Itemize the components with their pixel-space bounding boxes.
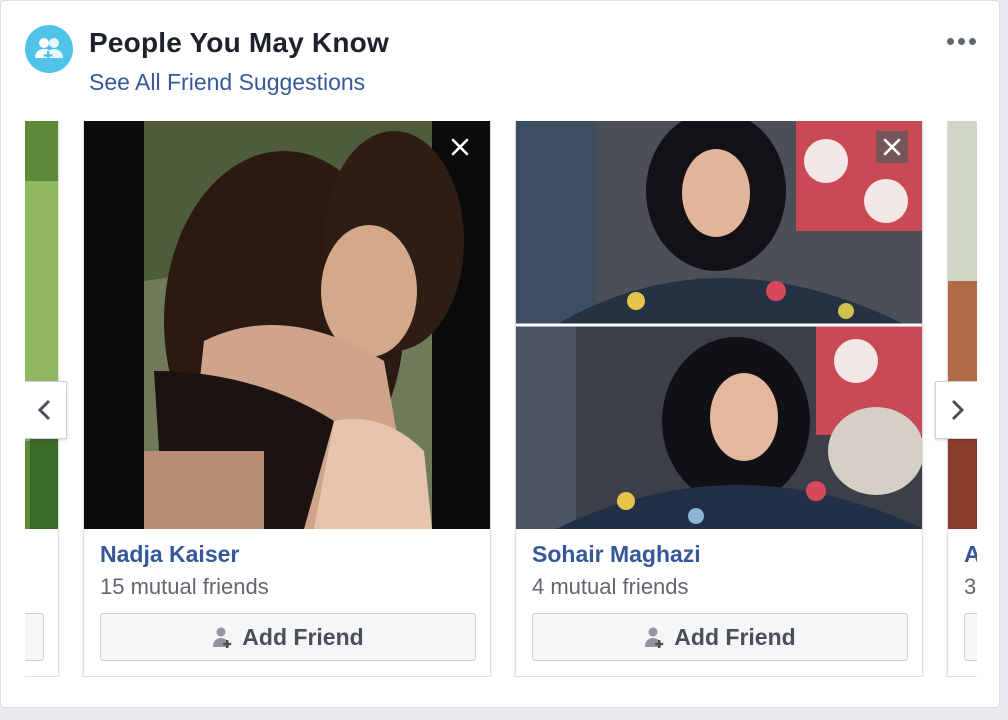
profile-photo[interactable] — [948, 121, 977, 529]
carousel-prev-button[interactable] — [25, 381, 67, 439]
add-friend-icon — [213, 627, 232, 648]
friends-icon — [25, 25, 73, 73]
mutual-friends-count[interactable]: 3 — [964, 574, 976, 600]
suggestion-name[interactable]: A — [964, 541, 977, 568]
suggestion-card: Nadja Kaiser 15 mutual friends Add Frien… — [83, 121, 491, 677]
suggestions-carousel: Nadja Kaiser 15 mutual friends Add Frien… — [25, 121, 977, 677]
more-options-icon[interactable] — [941, 29, 981, 53]
add-friend-button[interactable] — [25, 613, 44, 661]
add-friend-button[interactable]: Add Friend — [100, 613, 476, 661]
add-friend-label: Add Friend — [674, 623, 796, 650]
mutual-friends-count[interactable]: 15 mutual friends — [100, 574, 269, 600]
dismiss-suggestion-icon[interactable] — [876, 131, 908, 163]
add-friend-button[interactable] — [964, 613, 977, 661]
add-friend-icon — [645, 627, 664, 648]
people-you-may-know-panel: People You May Know See All Friend Sugge… — [0, 0, 1000, 708]
suggestion-name[interactable]: Nadja Kaiser — [100, 541, 239, 568]
suggestion-card: Sohair Maghazi 4 mutual friends Add Frie… — [515, 121, 923, 677]
chevron-left-icon — [37, 399, 51, 421]
see-all-suggestions-link[interactable]: See All Friend Suggestions — [89, 69, 365, 96]
add-friend-button[interactable]: Add Friend — [532, 613, 908, 661]
carousel-next-button[interactable] — [935, 381, 977, 439]
profile-photo[interactable] — [516, 121, 922, 529]
profile-photo[interactable] — [25, 121, 58, 529]
mutual-friends-count[interactable]: 4 mutual friends — [532, 574, 689, 600]
dismiss-suggestion-icon[interactable] — [444, 131, 476, 163]
chevron-right-icon — [951, 399, 965, 421]
panel-title: People You May Know — [89, 27, 389, 58]
add-friend-label: Add Friend — [242, 623, 364, 650]
suggestion-name[interactable]: Sohair Maghazi — [532, 541, 701, 568]
profile-photo[interactable] — [84, 121, 490, 529]
